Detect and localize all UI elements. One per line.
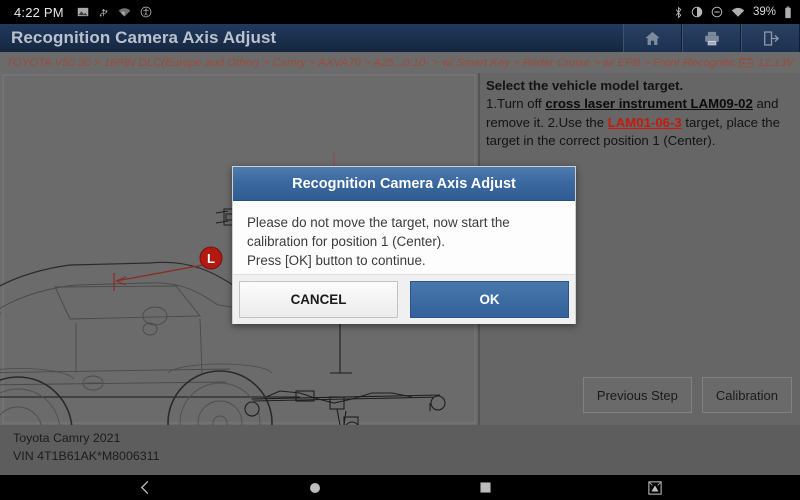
nav-screenshot-button[interactable] xyxy=(633,475,677,500)
dialog-header: Recognition Camera Axis Adjust xyxy=(233,167,575,201)
vehicle-model: Toyota Camry 2021 xyxy=(13,431,121,445)
bluetooth-icon xyxy=(675,6,682,18)
confirmation-dialog: Recognition Camera Axis Adjust Please do… xyxy=(232,166,576,324)
ok-button[interactable]: OK xyxy=(410,281,569,318)
voltage-value: 12.13V xyxy=(757,56,794,69)
instruction-step2-link[interactable]: LAM01-06-3 xyxy=(608,115,682,130)
usb-icon xyxy=(99,9,108,17)
brightness-icon xyxy=(691,6,703,18)
status-left-icons xyxy=(77,6,152,18)
accessibility-icon xyxy=(140,6,152,18)
android-nav-bar xyxy=(0,475,800,500)
screenshot-icon xyxy=(648,480,662,495)
home-button[interactable] xyxy=(623,24,682,52)
app-root: 4:22 PM 39% Recognition Camera Axis Adju… xyxy=(0,0,800,500)
do-not-disturb-icon xyxy=(711,6,723,18)
dialog-body: Please do not move the target, now start… xyxy=(233,201,575,274)
nav-recents-button[interactable] xyxy=(463,475,507,500)
battery-percent-label: 39% xyxy=(752,6,776,18)
image-icon xyxy=(77,7,89,17)
instruction-heading: Select the vehicle model target. xyxy=(486,78,684,93)
page-title: Recognition Camera Axis Adjust xyxy=(11,28,277,47)
wifi-weak-icon xyxy=(118,7,131,16)
previous-step-button[interactable]: Previous Step xyxy=(582,377,692,413)
print-button[interactable] xyxy=(682,24,741,52)
breadcrumb: TOYOTA V50.30 > 16PIN DLC(Europe and Oth… xyxy=(0,52,800,73)
cancel-button[interactable]: CANCEL xyxy=(239,281,398,318)
status-clock: 4:22 PM xyxy=(14,4,64,20)
voltage-indicator: 12.13V xyxy=(735,57,794,69)
instruction-text: Select the vehicle model target. 1.Turn … xyxy=(480,73,800,151)
instruction-step2-prefix: 2.Use the xyxy=(547,114,608,130)
app-title-bar: Recognition Camera Axis Adjust xyxy=(0,24,800,52)
printer-icon xyxy=(704,31,719,46)
home-icon xyxy=(310,482,320,493)
step-button-group: Previous Step Calibration xyxy=(582,377,792,413)
nav-home-button[interactable] xyxy=(293,475,337,500)
exit-icon xyxy=(763,30,779,46)
dialog-footer: CANCEL OK xyxy=(233,274,575,324)
diagram-marker-label: L xyxy=(207,251,215,266)
nav-back-button[interactable] xyxy=(123,475,167,500)
instruction-step1-link[interactable]: cross laser instrument LAM09-02 xyxy=(545,96,752,111)
recents-icon xyxy=(479,482,491,493)
back-icon xyxy=(140,481,148,494)
breadcrumb-path: TOYOTA V50.30 > 16PIN DLC(Europe and Oth… xyxy=(6,56,735,69)
home-icon xyxy=(645,31,660,45)
instruction-step1-prefix: 1.Turn off xyxy=(486,96,546,112)
title-bar-buttons xyxy=(623,24,800,52)
vehicle-vin: VIN 4T1B61AK*M8006311 xyxy=(13,448,160,463)
wifi-icon xyxy=(731,7,745,17)
battery-icon xyxy=(785,6,791,18)
calibration-button[interactable]: Calibration xyxy=(701,377,792,413)
status-right-icons: 39% xyxy=(674,6,792,19)
android-status-bar: 4:22 PM 39% xyxy=(0,0,800,24)
car-battery-icon xyxy=(739,57,753,68)
exit-button[interactable] xyxy=(741,24,800,52)
vehicle-info-bar: Toyota Camry 2021 VIN 4T1B61AK*M8006311 xyxy=(0,425,800,475)
dialog-message-line2: Press [OK] button to continue. xyxy=(247,253,426,268)
dialog-title: Recognition Camera Axis Adjust xyxy=(292,175,516,192)
dialog-message-line1: Please do not move the target, now start… xyxy=(247,215,510,249)
